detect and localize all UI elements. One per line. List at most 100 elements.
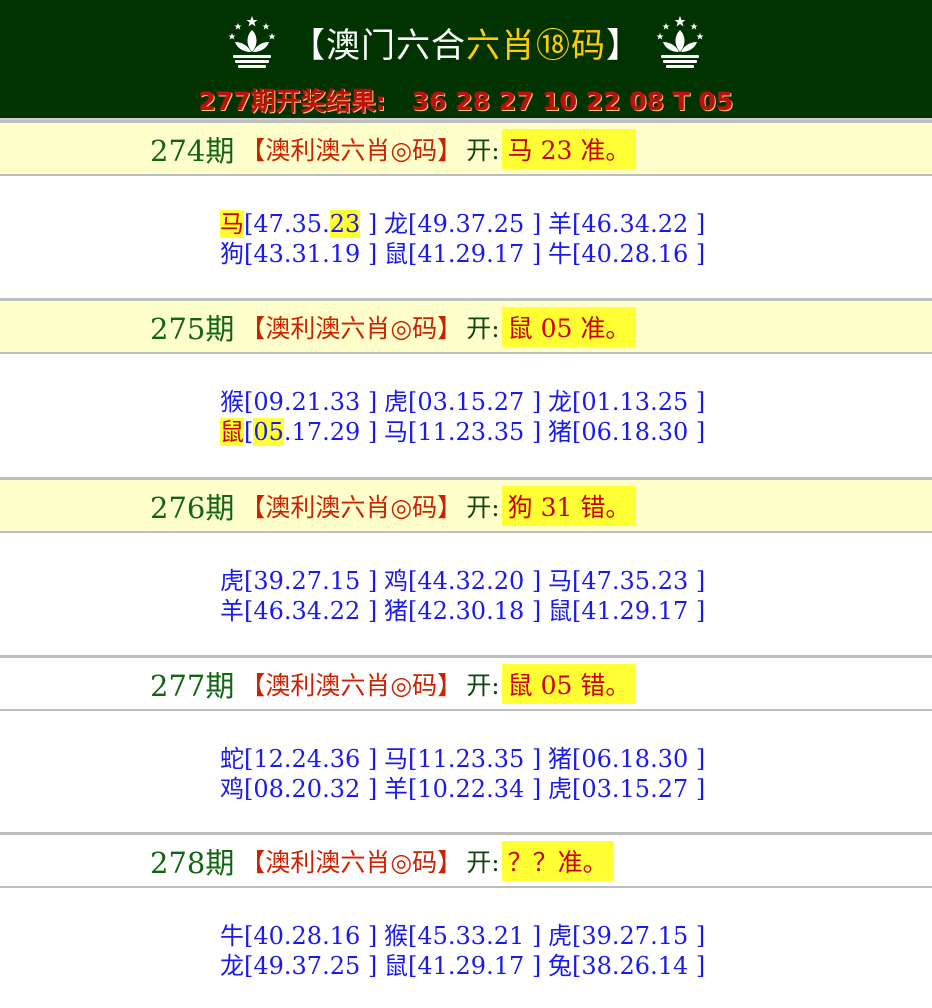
brand-label: 【澳利澳六肖◎码】 <box>240 135 463 165</box>
zodiac-name: 鼠 <box>548 597 572 625</box>
open-label: 开: <box>466 847 500 877</box>
zodiac-cell: 鼠[41.29.17 ] <box>384 946 541 981</box>
period-label: 274期 <box>150 133 235 168</box>
period-header-row: 274期 【澳利澳六肖◎码】 开: 马 23 准。 <box>0 120 932 176</box>
zodiac-numbers: [41.29.17 ] <box>408 952 542 980</box>
zodiac-name: 狗 <box>220 240 244 268</box>
zodiac-line: 蛇[12.24.36 ] 马[11.23.35 ] 猪[06.18.30 ] <box>220 739 705 773</box>
lotus-emblem-right-icon <box>656 16 704 68</box>
zodiac-numbers: [08.20.32 ] <box>244 775 378 803</box>
zodiac-numbers: [40.28.16 ] <box>572 240 706 268</box>
zodiac-name: 鼠 <box>220 418 244 446</box>
zodiac-list: 蛇[12.24.36 ] 马[11.23.35 ] 猪[06.18.30 ] 鸡[08… <box>0 711 932 823</box>
zodiac-cell: 羊[46.34.22 ] <box>220 591 377 626</box>
title-row: 【澳门六合六肖⑱码】 <box>0 6 932 78</box>
zodiac-name: 鸡 <box>220 775 244 803</box>
zodiac-line: 虎[39.27.15 ] 鸡[44.32.20 ] 马[47.35.23 ] <box>220 561 705 595</box>
zodiac-line: 猴[09.21.33 ] 虎[03.15.27 ] 龙[01.13.25 ] <box>220 382 705 416</box>
zodiac-numbers: [38.26.14 ] <box>572 952 706 980</box>
zodiac-name: 羊 <box>384 775 408 803</box>
zodiac-numbers: [03.15.27 ] <box>572 775 706 803</box>
zodiac-cell: 牛[40.28.16 ] <box>548 234 705 269</box>
zodiac-list: 虎[39.27.15 ] 鸡[44.32.20 ] 马[47.35.23 ] 羊[46… <box>0 533 932 645</box>
zodiac-name: 羊 <box>220 597 244 625</box>
pick-result: 鼠 05 准。 <box>501 306 637 347</box>
brand-label: 【澳利澳六肖◎码】 <box>240 492 463 522</box>
period-label: 275期 <box>150 311 235 346</box>
zodiac-numbers: [06.18.30 ] <box>572 418 706 446</box>
zodiac-line: 龙[49.37.25 ] 鼠[41.29.17 ] 兔[38.26.14 ] <box>220 946 705 981</box>
period-header-row: 276期 【澳利澳六肖◎码】 开: 狗 31 错。 <box>0 477 932 533</box>
zodiac-line: 鼠[05.17.29 ] 马[11.23.35 ] 猪[06.18.30 ] <box>220 412 705 447</box>
zodiac-numbers: [49.37.25 ] <box>244 952 378 980</box>
period-block: 277期 【澳利澳六肖◎码】 开: 鼠 05 错。 蛇[12.24.36 ] 马[11.2… <box>0 655 932 823</box>
period-label: 278期 <box>150 845 235 880</box>
title-open-bracket: 【 <box>291 25 326 66</box>
zodiac-name: 虎 <box>548 775 572 803</box>
zodiac-cell: 羊[10.22.34 ] <box>384 769 541 804</box>
zodiac-cell: 鼠[05.17.29 ] <box>220 412 377 447</box>
zodiac-line: 羊[46.34.22 ] 猪[42.30.18 ] 鼠[41.29.17 ] <box>220 591 705 626</box>
zodiac-cell: 马[11.23.35 ] <box>384 412 541 447</box>
zodiac-numbers: [41.29.17 ] <box>572 597 706 625</box>
zodiac-name: 猪 <box>548 418 572 446</box>
zodiac-list: 马[47.35.23 ] 龙[49.37.25 ] 羊[46.34.22 ] 狗[43… <box>0 176 932 288</box>
title-main: 澳门六合 <box>326 25 466 66</box>
zodiac-name: 鼠 <box>384 240 408 268</box>
period-label: 277期 <box>150 668 235 703</box>
zodiac-name: 马 <box>384 418 408 446</box>
brand-label: 【澳利澳六肖◎码】 <box>240 670 463 700</box>
zodiac-line: 狗[43.31.19 ] 鼠[41.29.17 ] 牛[40.28.16 ] <box>220 234 705 269</box>
zodiac-line: 马[47.35.23 ] 龙[49.37.25 ] 羊[46.34.22 ] <box>220 204 705 238</box>
zodiac-cell: 虎[03.15.27 ] <box>548 769 705 804</box>
zodiac-numbers: [10.22.34 ] <box>408 775 542 803</box>
zodiac-numbers-pre: [ <box>244 418 254 446</box>
open-label: 开: <box>466 135 500 165</box>
zodiac-numbers-post: .17.29 ] <box>283 418 378 446</box>
pick-result: 马 23 准。 <box>501 128 637 169</box>
zodiac-cell: 兔[38.26.14 ] <box>548 946 705 981</box>
zodiac-list: 牛[40.28.16 ] 猴[45.33.21 ] 虎[39.27.15 ] 龙[49… <box>0 888 932 1000</box>
zodiac-numbers: [41.29.17 ] <box>408 240 542 268</box>
page-title: 【澳门六合六肖⑱码】 <box>291 18 641 67</box>
brand-label: 【澳利澳六肖◎码】 <box>240 313 463 343</box>
open-label: 开: <box>466 313 500 343</box>
zodiac-line: 牛[40.28.16 ] 猴[45.33.21 ] 虎[39.27.15 ] <box>220 916 705 950</box>
zodiac-name: 鼠 <box>384 952 408 980</box>
brand-label: 【澳利澳六肖◎码】 <box>240 847 463 877</box>
draw-result-text: 277期开奖结果: 36 28 27 10 22 08 T 05 <box>198 87 734 116</box>
period-block: 278期 【澳利澳六肖◎码】 开: ？？准。 牛[40.28.16 ] 猴[45.33.2… <box>0 832 932 1000</box>
zodiac-list: 猴[09.21.33 ] 虎[03.15.27 ] 龙[01.13.25 ] 鼠[05… <box>0 354 932 466</box>
zodiac-cell: 猪[42.30.18 ] <box>384 591 541 626</box>
period-header-row: 277期 【澳利澳六肖◎码】 开: 鼠 05 错。 <box>0 655 932 711</box>
zodiac-numbers: [11.23.35 ] <box>408 418 542 446</box>
zodiac-cell: 鼠[41.29.17 ] <box>548 591 705 626</box>
period-block: 275期 【澳利澳六肖◎码】 开: 鼠 05 准。猴[09.21.33 ] 虎[03.1… <box>0 298 932 466</box>
period-block: 274期 【澳利澳六肖◎码】 开: 马 23 准。 马[47.35.23 ] 龙[49.3… <box>0 120 932 288</box>
open-label: 开: <box>466 492 500 522</box>
page-header: 【澳门六合六肖⑱码】 277期开奖结果: 36 28 27 10 22 08 T… <box>0 0 932 121</box>
period-block: 276期 【澳利澳六肖◎码】 开: 狗 31 错。 虎[39.27.15 ] 鸡[44.3… <box>0 477 932 645</box>
zodiac-name: 猪 <box>384 597 408 625</box>
period-header-row: 278期 【澳利澳六肖◎码】 开: ？？准。 <box>0 832 932 888</box>
zodiac-name: 牛 <box>548 240 572 268</box>
title-close-bracket: 】 <box>606 25 641 66</box>
zodiac-numbers: [42.30.18 ] <box>408 597 542 625</box>
period-label: 276期 <box>150 490 235 525</box>
pick-result: ？？准。 <box>501 840 614 881</box>
zodiac-name: 龙 <box>220 952 244 980</box>
pick-result: 狗 31 错。 <box>501 485 637 526</box>
zodiac-cell: 龙[49.37.25 ] <box>220 946 377 981</box>
lotus-emblem-left-icon <box>228 16 276 68</box>
title-highlight: 六肖⑱码 <box>466 25 606 66</box>
zodiac-cell: 鸡[08.20.32 ] <box>220 769 377 804</box>
open-label: 开: <box>466 670 500 700</box>
zodiac-cell: 鼠[41.29.17 ] <box>384 234 541 269</box>
zodiac-numbers: [43.31.19 ] <box>244 240 378 268</box>
zodiac-cell: 狗[43.31.19 ] <box>220 234 377 269</box>
zodiac-line: 鸡[08.20.32 ] 羊[10.22.34 ] 虎[03.15.27 ] <box>220 769 705 804</box>
zodiac-hit-number: 05 <box>253 418 284 446</box>
zodiac-cell: 猪[06.18.30 ] <box>548 412 705 447</box>
zodiac-name: 兔 <box>548 952 572 980</box>
zodiac-numbers: [46.34.22 ] <box>244 597 378 625</box>
